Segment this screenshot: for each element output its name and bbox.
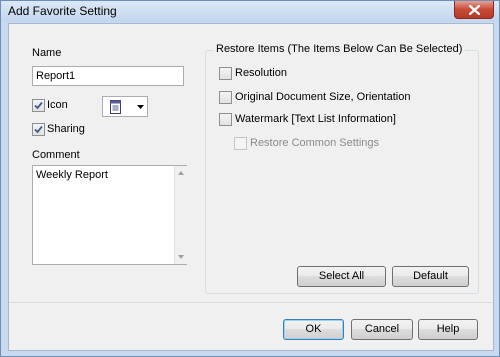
icon-select[interactable] — [102, 96, 148, 117]
footer-separator — [9, 302, 493, 303]
document-icon — [110, 100, 121, 114]
select-all-button[interactable]: Select All — [297, 266, 386, 287]
dialog-window: Add Favorite Setting Name Report1 Icon S… — [0, 0, 500, 357]
check-mark-icon — [34, 101, 43, 110]
comment-label: Comment — [32, 149, 80, 161]
title-bar[interactable]: Add Favorite Setting — [1, 1, 499, 22]
original-size-checkbox[interactable] — [219, 91, 232, 104]
close-button[interactable] — [454, 1, 494, 19]
restore-common-settings-checkbox[interactable] — [234, 137, 247, 150]
name-label: Name — [32, 47, 62, 59]
cancel-button[interactable]: Cancel — [351, 319, 413, 340]
default-button[interactable]: Default — [392, 266, 469, 287]
restore-items-title: Restore Items (The Items Below Can Be Se… — [213, 43, 466, 55]
watermark-label: Watermark [Text List Information] — [235, 113, 396, 125]
comment-scrollbar[interactable] — [174, 166, 187, 264]
original-size-label: Original Document Size, Orientation — [235, 91, 411, 103]
comment-text: Weekly Report — [36, 169, 108, 181]
window-title: Add Favorite Setting — [8, 4, 117, 18]
resolution-checkbox[interactable] — [219, 67, 232, 80]
scroll-down-icon[interactable] — [178, 255, 184, 259]
help-button[interactable]: Help — [418, 319, 478, 340]
check-mark-icon — [34, 125, 43, 134]
resolution-label: Resolution — [235, 67, 287, 79]
name-input[interactable]: Report1 — [32, 66, 184, 86]
dialog-body: Name Report1 Icon Sharing Comment Weekly… — [8, 23, 494, 351]
watermark-checkbox[interactable] — [219, 113, 232, 126]
sharing-checkbox[interactable] — [32, 123, 45, 136]
chevron-down-icon — [137, 105, 144, 109]
comment-textarea[interactable]: Weekly Report — [32, 165, 187, 265]
scroll-up-icon[interactable] — [178, 171, 184, 175]
ok-button[interactable]: OK — [283, 319, 344, 340]
restore-common-settings-label: Restore Common Settings — [250, 137, 379, 149]
close-icon — [469, 5, 480, 15]
sharing-label: Sharing — [47, 123, 85, 135]
icon-label: Icon — [47, 99, 68, 111]
icon-checkbox[interactable] — [32, 99, 45, 112]
restore-items-group — [205, 50, 479, 294]
